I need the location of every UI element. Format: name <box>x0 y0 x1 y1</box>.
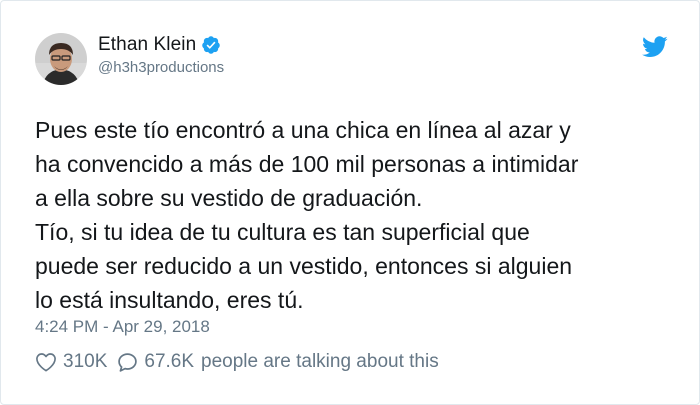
tweet-line: a ella sobre su vestido de graduación. <box>35 185 423 211</box>
tweet-timestamp[interactable]: 4:24 PM - Apr 29, 2018 <box>35 317 210 337</box>
twitter-bird-icon[interactable] <box>642 36 668 58</box>
author-name[interactable]: Ethan Klein <box>98 34 196 56</box>
tweet-line: Pues este tío encontró a una chica en lí… <box>35 117 571 143</box>
reply-count: 67.6K <box>144 351 195 372</box>
tweet-line: lo está insultando, eres tú. <box>35 287 304 313</box>
profile-photo-icon <box>35 33 87 85</box>
speech-bubble-icon <box>118 352 138 372</box>
author-handle[interactable]: @h3h3productions <box>98 59 224 76</box>
verified-badge-icon <box>202 36 221 54</box>
reply-button[interactable]: 67.6K <box>117 351 194 373</box>
talking-about-label[interactable]: people are talking about this <box>201 351 439 373</box>
heart-icon <box>36 353 56 372</box>
author-name-row[interactable]: Ethan Klein <box>98 34 221 56</box>
avatar[interactable] <box>35 33 87 85</box>
tweet-line: puede ser reducido a un vestido, entonce… <box>35 253 573 279</box>
tweet-line: ha convencido a más de 100 mil personas … <box>35 151 579 177</box>
engagement-bar: 310K 67.6K people are talking about this <box>35 351 439 373</box>
like-count: 310K <box>63 351 108 372</box>
like-button[interactable]: 310K <box>35 351 107 373</box>
tweet-line: Tío, si tu idea de tu cultura es tan sup… <box>35 219 530 245</box>
tweet-text: Pues este tío encontró a una chica en lí… <box>35 113 675 317</box>
tweet-card: Ethan Klein @h3h3productions Pues este t… <box>0 0 700 405</box>
